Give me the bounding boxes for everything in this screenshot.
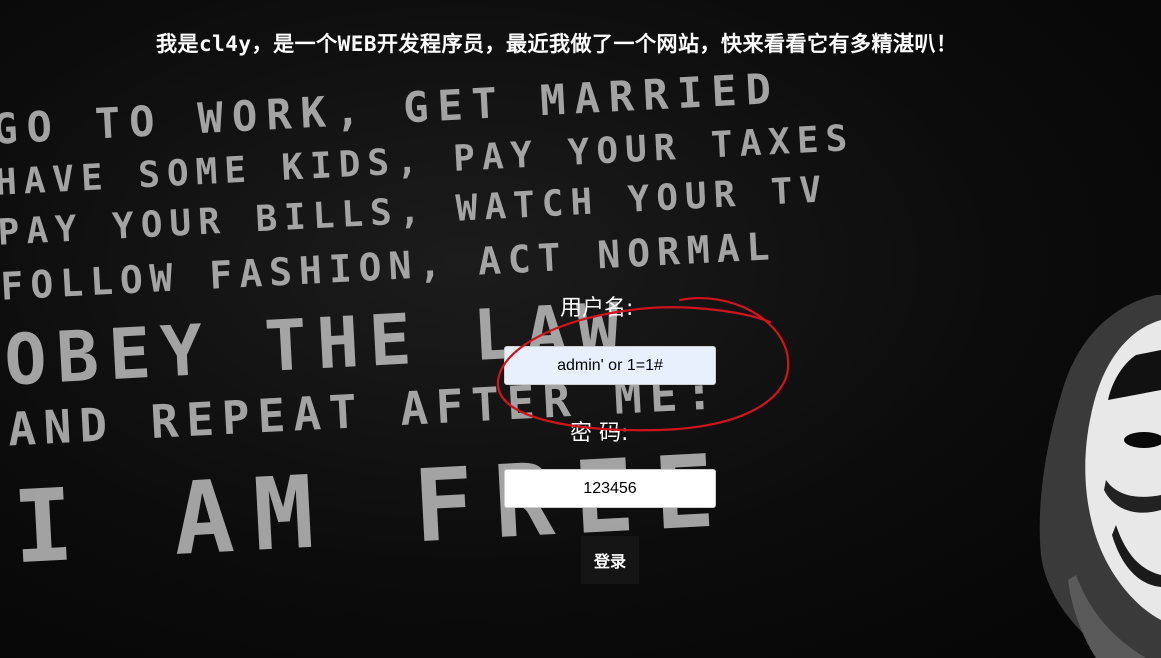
guy-fawkes-mask-icon (1039, 295, 1161, 658)
page-background: Go to work, get married Have some kids, … (0, 0, 1161, 658)
page-intro-text: 我是cl4y，是一个WEB开发程序员，最近我做了一个网站，快来看看它有多精湛叭！ (156, 32, 958, 56)
login-button[interactable]: 登录 (581, 536, 639, 584)
username-label: 用户名: (560, 296, 634, 321)
username-input[interactable] (504, 346, 716, 385)
password-input[interactable] (504, 469, 716, 508)
password-label: 密 码: (570, 421, 629, 446)
